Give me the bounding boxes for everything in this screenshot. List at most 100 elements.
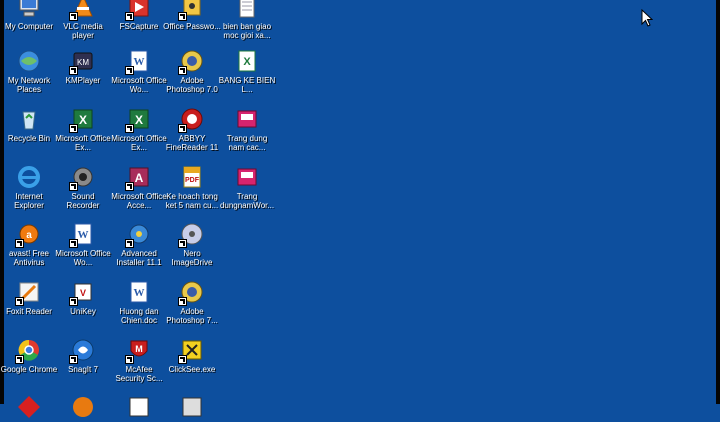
excel-icon: X: [69, 106, 96, 133]
shortcut-arrow-icon: [69, 66, 78, 75]
shortcut-arrow-icon: [69, 124, 78, 133]
shortcut-arrow-icon: [15, 297, 24, 306]
svg-text:X: X: [243, 56, 251, 68]
shortcut-arrow-icon: [125, 355, 134, 364]
svg-text:W: W: [134, 56, 145, 68]
clicksee-icon: [178, 337, 205, 364]
shortcut-arrow-icon: [15, 239, 24, 248]
desktop-icon-partial-4[interactable]: [163, 394, 221, 422]
desktop-icon-foxit[interactable]: Foxit Reader: [0, 279, 58, 316]
desktop-icon-recycle-bin[interactable]: Recycle Bin: [0, 106, 58, 143]
shortcut-arrow-icon: [178, 355, 187, 364]
vlc-icon: [69, 0, 96, 21]
desktop-icon-fscapture[interactable]: FSCapture: [110, 0, 168, 31]
desktop-icon-access[interactable]: A Microsoft Office Acce...: [110, 164, 168, 210]
chrome-icon: [15, 337, 42, 364]
nero-icon: [178, 221, 205, 248]
desktop-icon-my-computer[interactable]: My Computer: [0, 0, 58, 31]
desktop-icon-trang-dung-2[interactable]: Trang dungnamWor...: [218, 164, 276, 210]
desktop-icon-excel-1[interactable]: X Microsoft Office Ex...: [54, 106, 112, 152]
shortcut-arrow-icon: [125, 66, 134, 75]
desktop-icon-chrome[interactable]: Google Chrome: [0, 337, 58, 374]
shortcut-arrow-icon: [178, 124, 187, 133]
desktop-icon-bien-ban[interactable]: bien ban giao moc gioi xa...: [218, 0, 276, 40]
desktop-icon-office-password[interactable]: Office Passwo...: [163, 0, 221, 31]
word-document-icon: W: [126, 279, 152, 305]
svg-text:A: A: [135, 171, 144, 185]
internet-explorer-icon: [16, 164, 42, 190]
desktop-icon-my-network-places[interactable]: My Network Places: [0, 48, 58, 94]
desktop-icon-kmplayer[interactable]: KM KMPlayer: [54, 48, 112, 85]
svg-text:PDF: PDF: [185, 177, 200, 184]
word-icon: W: [125, 48, 152, 75]
desktop-icon-unikey[interactable]: V UniKey: [54, 279, 112, 316]
desktop-icon-photoshop[interactable]: Adobe Photoshop 7.0: [163, 48, 221, 94]
mouse-pointer-icon: [641, 9, 653, 27]
shortcut-arrow-icon: [178, 12, 187, 21]
desktop-icon-bang-ke[interactable]: X BANG KE BIEN L...: [218, 48, 276, 94]
svg-text:M: M: [135, 344, 143, 354]
desktop-icon-snagit[interactable]: SnagIt 7: [54, 337, 112, 374]
wmv-icon: [234, 106, 260, 132]
desktop-icon-word[interactable]: W Microsoft Office Wo...: [110, 48, 168, 94]
excel-icon: X: [125, 106, 152, 133]
desktop-icon-trang-dung-1[interactable]: Trang dung nam cac...: [218, 106, 276, 152]
desktop-icon-photoshop-2[interactable]: Adobe Photoshop 7...: [163, 279, 221, 325]
desktop-icon-vlc[interactable]: VLC media player: [54, 0, 112, 40]
shortcut-arrow-icon: [69, 12, 78, 21]
desktop-icon-sound-recorder[interactable]: Sound Recorder: [54, 164, 112, 210]
desktop-icon-ke-hoach[interactable]: PDF Ke hoach tong ket 5 nam cu...: [163, 164, 221, 210]
photoshop-icon: [178, 48, 205, 75]
foxit-reader-icon: [15, 279, 42, 306]
desktop-icon-internet-explorer[interactable]: Internet Explorer: [0, 164, 58, 210]
shortcut-arrow-icon: [125, 239, 134, 248]
avast-icon: a: [15, 221, 42, 248]
desktop-icon-abbyy[interactable]: ABBYY FineReader 11: [163, 106, 221, 152]
svg-text:X: X: [79, 113, 87, 127]
desktop-icon-word-2[interactable]: W Microsoft Office Wo...: [54, 221, 112, 267]
access-icon: A: [125, 164, 152, 191]
desktop-icon-huong-dan[interactable]: W Huong dan Chien.doc: [110, 279, 168, 325]
shortcut-arrow-icon: [69, 239, 78, 248]
svg-text:W: W: [78, 229, 89, 241]
shortcut-arrow-icon: [69, 297, 78, 306]
app-icon: [16, 394, 42, 420]
shortcut-arrow-icon: [178, 297, 187, 306]
app-icon: [179, 394, 205, 420]
advanced-installer-icon: [125, 221, 152, 248]
desktop-icon-mcafee[interactable]: M McAfee Security Sc...: [110, 337, 168, 383]
shortcut-arrow-icon: [69, 182, 78, 191]
excel-file-icon: X: [234, 48, 260, 74]
document-icon: [234, 0, 260, 20]
shortcut-arrow-icon: [125, 124, 134, 133]
shortcut-arrow-icon: [178, 66, 187, 75]
sound-recorder-icon: [69, 164, 96, 191]
desktop-icon-nero[interactable]: Nero ImageDrive: [163, 221, 221, 267]
unikey-icon: V: [69, 279, 96, 306]
shortcut-arrow-icon: [125, 182, 134, 191]
snagit-icon: [69, 337, 96, 364]
abbyy-icon: [178, 106, 205, 133]
fscapture-icon: [125, 0, 152, 21]
app-icon: [70, 394, 96, 420]
my-computer-icon: [16, 0, 42, 20]
desktop-icon-avast[interactable]: a avast! Free Antivirus: [0, 221, 58, 267]
desktop-icon-partial-1[interactable]: [0, 394, 58, 422]
app-icon: [126, 394, 152, 420]
photoshop-icon: [178, 279, 205, 306]
shortcut-arrow-icon: [178, 239, 187, 248]
pdf-icon: PDF: [179, 164, 205, 190]
recycle-bin-icon: [16, 106, 42, 132]
desktop-icon-advanced-installer[interactable]: Advanced Installer 11.1: [110, 221, 168, 267]
desktop-icon-partial-2[interactable]: [54, 394, 112, 422]
kmplayer-icon: KM: [69, 48, 96, 75]
desktop-icon-excel-2[interactable]: X Microsoft Office Ex...: [110, 106, 168, 152]
desktop-icon-partial-3[interactable]: [110, 394, 168, 422]
desktop-icon-clicksee[interactable]: ClickSee.exe: [163, 337, 221, 374]
wmv-icon: [234, 164, 260, 190]
shortcut-arrow-icon: [125, 12, 134, 21]
svg-text:a: a: [26, 230, 32, 241]
svg-text:V: V: [80, 288, 86, 298]
screen-right-border: [716, 0, 720, 404]
network-places-icon: [16, 48, 42, 74]
